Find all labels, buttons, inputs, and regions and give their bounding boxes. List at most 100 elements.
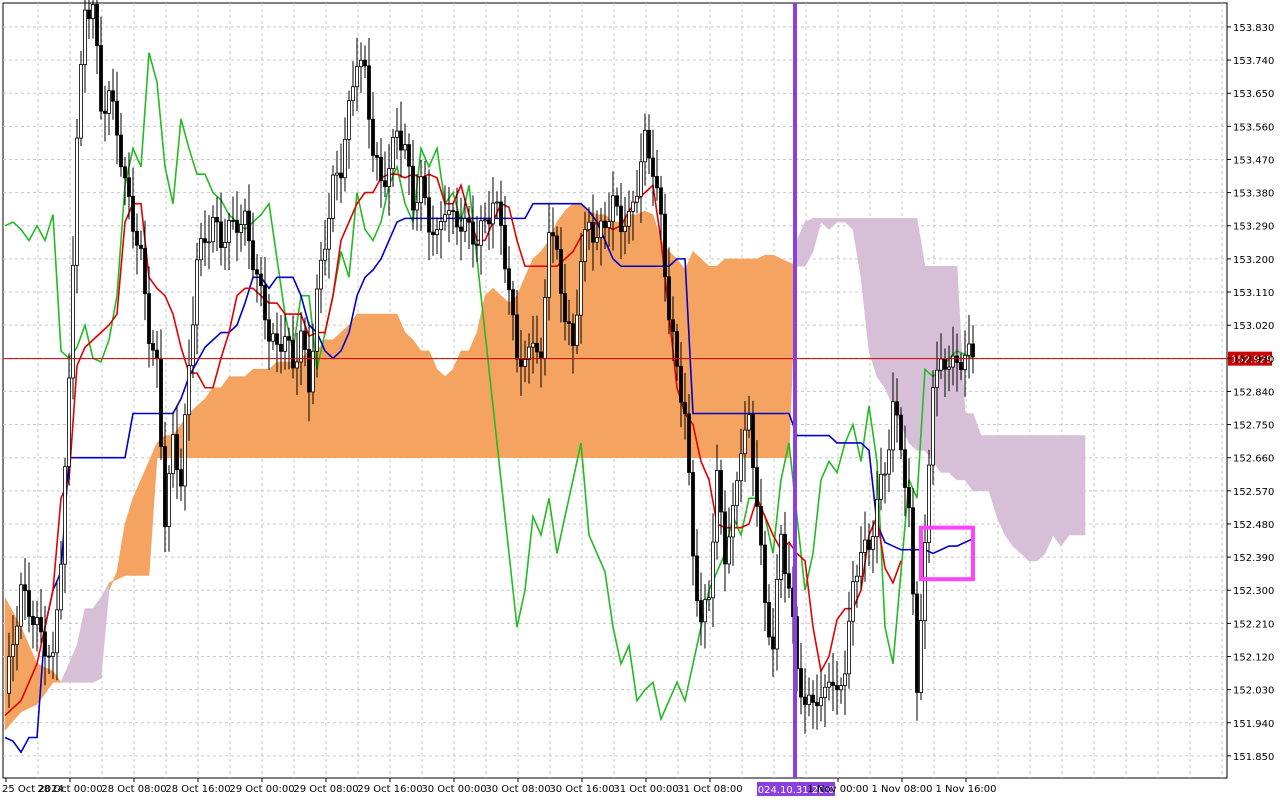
candle-bear — [263, 285, 267, 321]
candle-bear — [895, 401, 899, 416]
cloud-segment — [316, 338, 326, 458]
candle-bull — [239, 224, 243, 233]
candle-bear — [111, 90, 115, 102]
candle-bull — [639, 161, 643, 197]
candle-bull — [611, 195, 615, 222]
candle-bear — [131, 196, 135, 232]
cloud-segment — [644, 210, 654, 458]
candle-bear — [279, 343, 283, 352]
candle-bear — [615, 195, 619, 207]
candle-bull — [315, 288, 319, 352]
candle-bull — [327, 218, 331, 250]
candle-bull — [395, 130, 399, 138]
candle-bear — [103, 110, 107, 114]
candle-bear — [267, 319, 271, 342]
candle-bull — [323, 248, 327, 261]
candle-bull — [875, 498, 879, 537]
cloud-segment — [980, 435, 990, 492]
cloud-segment — [460, 350, 470, 458]
candle-bull — [331, 174, 335, 219]
candle-bear — [455, 211, 459, 228]
ichimoku-chart[interactable]: 152.929 2024.10.31 20:00 153.830 153.740 15… — [0, 0, 1280, 800]
candle-bull — [847, 620, 851, 675]
cloud-segment — [996, 435, 1006, 536]
candle-bull — [403, 144, 407, 151]
candle-bull — [951, 355, 955, 368]
cloud-segment — [444, 368, 454, 458]
y-tick-label: 152.750 — [1233, 421, 1274, 432]
candle-bull — [859, 552, 863, 577]
candle-bull — [351, 86, 355, 102]
candle-bear — [287, 336, 291, 341]
candle-bull — [823, 686, 827, 699]
candle-bear — [467, 218, 471, 223]
candle-bear — [767, 602, 771, 638]
candle-bear — [719, 470, 723, 513]
candle-bear — [451, 210, 455, 213]
candle-bear — [647, 129, 651, 159]
x-tick-label: 31 Oct 00:00 — [613, 784, 678, 795]
cloud-segment — [1012, 435, 1022, 555]
y-tick-label: 153.830 — [1233, 23, 1274, 34]
candle-bear — [159, 358, 163, 447]
candle-bear — [379, 157, 383, 182]
candle-bear — [507, 268, 511, 291]
candle-bear — [903, 449, 907, 488]
candle-bear — [147, 293, 151, 344]
candle-bear — [771, 636, 775, 650]
candle-bull — [587, 221, 591, 230]
cloud-segment — [380, 313, 390, 458]
candle-bull — [579, 261, 583, 316]
candle-bull — [931, 387, 935, 466]
candle-bull — [623, 225, 627, 233]
candle-bull — [935, 369, 939, 389]
candle-bull — [187, 365, 191, 416]
x-tick-label: 29 Oct 00:00 — [229, 784, 294, 795]
candle-bull — [35, 617, 39, 626]
candle-bear — [619, 205, 623, 233]
cloud-segment — [636, 210, 646, 458]
candle-bull — [731, 505, 735, 538]
candle-bull — [583, 229, 587, 262]
x-tick-label: 28 Oct 08:00 — [101, 784, 166, 795]
candle-bear — [135, 230, 139, 246]
candle-bear — [539, 351, 543, 359]
candle-bear — [47, 655, 51, 658]
candle-bear — [87, 9, 91, 19]
cloud-segment — [196, 398, 206, 458]
candle-bull — [827, 681, 831, 688]
cloud-segment — [492, 287, 502, 458]
candle-bull — [575, 314, 579, 347]
candle-bull — [211, 217, 215, 243]
cloud-segment — [1036, 435, 1046, 562]
cloud-segment — [428, 350, 438, 458]
y-tick-label: 152.120 — [1233, 653, 1274, 664]
x-tick-label: 30 Oct 08:00 — [485, 784, 550, 795]
candle-bear — [559, 249, 563, 294]
chart-canvas[interactable]: 152.9292024.10.31 20:00 153.830153.74015… — [0, 0, 1280, 800]
candle-bear — [43, 631, 47, 657]
candle-bear — [475, 243, 479, 246]
y-tick-label: 153.740 — [1233, 56, 1274, 67]
candle-bear — [551, 232, 555, 237]
candle-bear — [907, 487, 911, 509]
candle-bull — [547, 232, 551, 298]
y-tick-label: 153.470 — [1233, 155, 1274, 166]
candle-bull — [939, 358, 943, 371]
candle-bear — [787, 573, 791, 589]
candle-bull — [55, 609, 59, 654]
candle-bull — [483, 219, 487, 222]
candle-bull — [839, 685, 843, 691]
candle-bear — [651, 157, 655, 177]
candle-bull — [775, 579, 779, 650]
candle-bull — [543, 297, 547, 359]
y-tick-label: 152.480 — [1233, 520, 1274, 531]
candle-bull — [91, 4, 95, 19]
candle-bear — [671, 319, 675, 333]
cloud-segment — [372, 313, 382, 458]
x-tick-label: 30 Oct 16:00 — [549, 784, 614, 795]
x-tick-label: 29 Oct 08:00 — [293, 784, 358, 795]
candle-bull — [747, 414, 751, 431]
candle-bull — [891, 401, 895, 451]
y-tick-label: 152.840 — [1233, 387, 1274, 398]
